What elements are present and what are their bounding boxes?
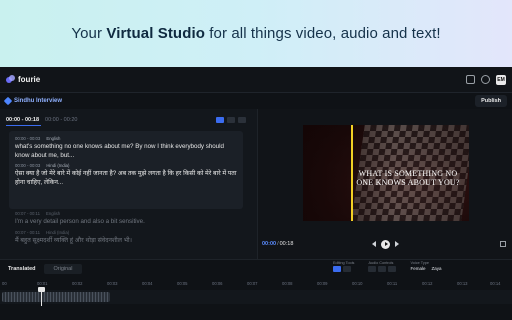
segment-text[interactable]: I'm a very detail person and also a bit … [15,218,245,227]
active-tab-indicator [6,125,41,126]
voice-type: Voice Type Female Zaya [410,261,441,272]
segment-translation[interactable]: ऐसा क्या है जो मेरे बारे में कोई नहीं जा… [15,170,237,187]
segment-time: 00:00 - 00:03 [15,163,41,168]
transcript-panel: 00:00 - 00:18 00:00 - 00:20 00:00 - 00:0… [0,109,258,259]
ruler-tick: 00:07 [247,280,258,286]
headline-prefix: Your [71,25,107,42]
project-bar: Sindhu Interview Publish [0,93,512,109]
segment-language: English [46,136,61,141]
ruler-tick: 00:05 [177,280,188,286]
segment-meta: 00:00 - 00:03 English [15,136,237,141]
editing-tools-label: Editing Tools [333,261,355,265]
segment-text[interactable]: what's something no one knows about me? … [15,143,237,160]
ruler-tick: 00:14 [490,280,501,286]
ruler-tick: 00:09 [317,280,328,286]
video-preview[interactable]: WHAT IS SOMETHING NO ONE KNOWS ABOUT YOU… [303,125,469,221]
segment-card-active[interactable]: 00:00 - 00:03 English what's something no… [9,131,243,209]
segment-meta: 00:07 - 00:11 English [15,211,245,216]
speed-icon[interactable] [388,266,397,272]
segment-time: 00:07 - 00:11 [15,211,41,216]
segment-meta: 00:00 - 00:03 Hindi (India) [15,163,237,168]
audio-clip[interactable] [2,292,110,302]
timeline-tools: Editing Tools Audio Controls Voice Type … [333,261,442,272]
user-avatar[interactable]: EM [496,74,506,85]
segment-meta: 00:07 - 00:11 Hindi (India) [15,230,245,235]
tab-translated[interactable]: Translated [4,264,40,274]
segment-language: English [46,211,61,216]
help-icon[interactable] [481,75,490,84]
headline-suffix: for all things video, audio and text! [205,25,441,42]
segment-language: Hindi (India) [46,229,70,235]
app-topbar: fourie EM [0,67,512,93]
ruler-tick: 00:08 [282,280,293,286]
segment-time: 00:00 - 00:03 [15,136,41,141]
voice-name-select[interactable]: Zaya [431,266,441,271]
app-name: fourie [18,75,41,84]
segment-tab-next[interactable]: 00:00 - 00:20 [45,117,77,123]
audio-track[interactable] [0,290,512,304]
close-icon[interactable] [238,117,246,123]
segment-item[interactable]: 00:07 - 00:11 English I'm a very detail p… [15,211,245,245]
ruler-tick: 00:12 [422,280,433,286]
ruler-tick: 00:11 [387,280,398,286]
ruler-tick: 00:06 [212,280,223,286]
select-tool-icon[interactable] [333,266,341,272]
player-controls: 00:00 / 00:18 [262,239,508,249]
promo-banner: Your Virtual Studio for all things video… [0,0,512,67]
ruler-tick: 00:13 [457,280,468,286]
rewind-icon[interactable] [372,241,376,247]
current-time: 00:00 [262,241,277,247]
time-separator: / [277,241,279,247]
time-ruler: 00 00:01 00:02 00:03 00:04 00:05 00:06 0… [0,279,512,287]
ruler-tick: 00:02 [72,280,83,286]
fullscreen-icon[interactable] [500,241,506,247]
home-icon[interactable] [466,75,475,84]
headline-highlight: Virtual Studio [106,25,205,42]
link-icon[interactable] [227,117,235,123]
publish-button[interactable]: Publish [475,95,507,107]
mute-icon[interactable] [378,266,387,272]
video-panel: WHAT IS SOMETHING NO ONE KNOWS ABOUT YOU… [258,109,512,259]
playhead[interactable] [41,288,42,306]
promo-headline: Your Virtual Studio for all things video… [71,25,440,42]
project-title[interactable]: Sindhu Interview [14,98,62,104]
forward-icon[interactable] [395,241,399,247]
audio-controls-label: Audio Controls [368,261,394,265]
segment-language: Hindi (India) [46,163,70,168]
segment-tab-active[interactable]: 00:00 - 00:18 [6,117,39,123]
ruler-tick: 00:10 [352,280,363,286]
volume-icon[interactable] [368,266,377,272]
voice-gender-select[interactable]: Female [410,266,425,271]
total-time: 00:18 [279,241,294,247]
segment-translation[interactable]: मैं बहुत सूक्ष्मदर्शी व्यक्ति हूं और थोड… [15,237,245,246]
segment-header: 00:00 - 00:18 00:00 - 00:20 [6,115,246,125]
logo-icon [6,75,15,84]
video-caption: WHAT IS SOMETHING NO ONE KNOWS ABOUT YOU… [356,169,460,187]
audio-controls: Audio Controls [368,261,397,272]
split-tool-icon[interactable] [343,266,351,272]
ruler-tick: 00:04 [142,280,153,286]
voice-type-label: Voice Type [410,261,429,265]
ruler-tick: 00 [2,280,7,286]
editing-tools: Editing Tools [333,261,354,272]
ruler-tick: 00:03 [107,280,118,286]
segment-time: 00:07 - 00:11 [15,229,41,235]
ruler-tick: 00:01 [37,280,48,286]
edit-pencil-icon[interactable] [3,96,13,106]
play-button[interactable] [381,239,390,249]
tab-original[interactable]: Original [43,264,83,274]
timeline-panel: Translated Original Editing Tools Audio … [0,259,512,320]
subtitle-toggle-icon[interactable] [216,117,224,123]
